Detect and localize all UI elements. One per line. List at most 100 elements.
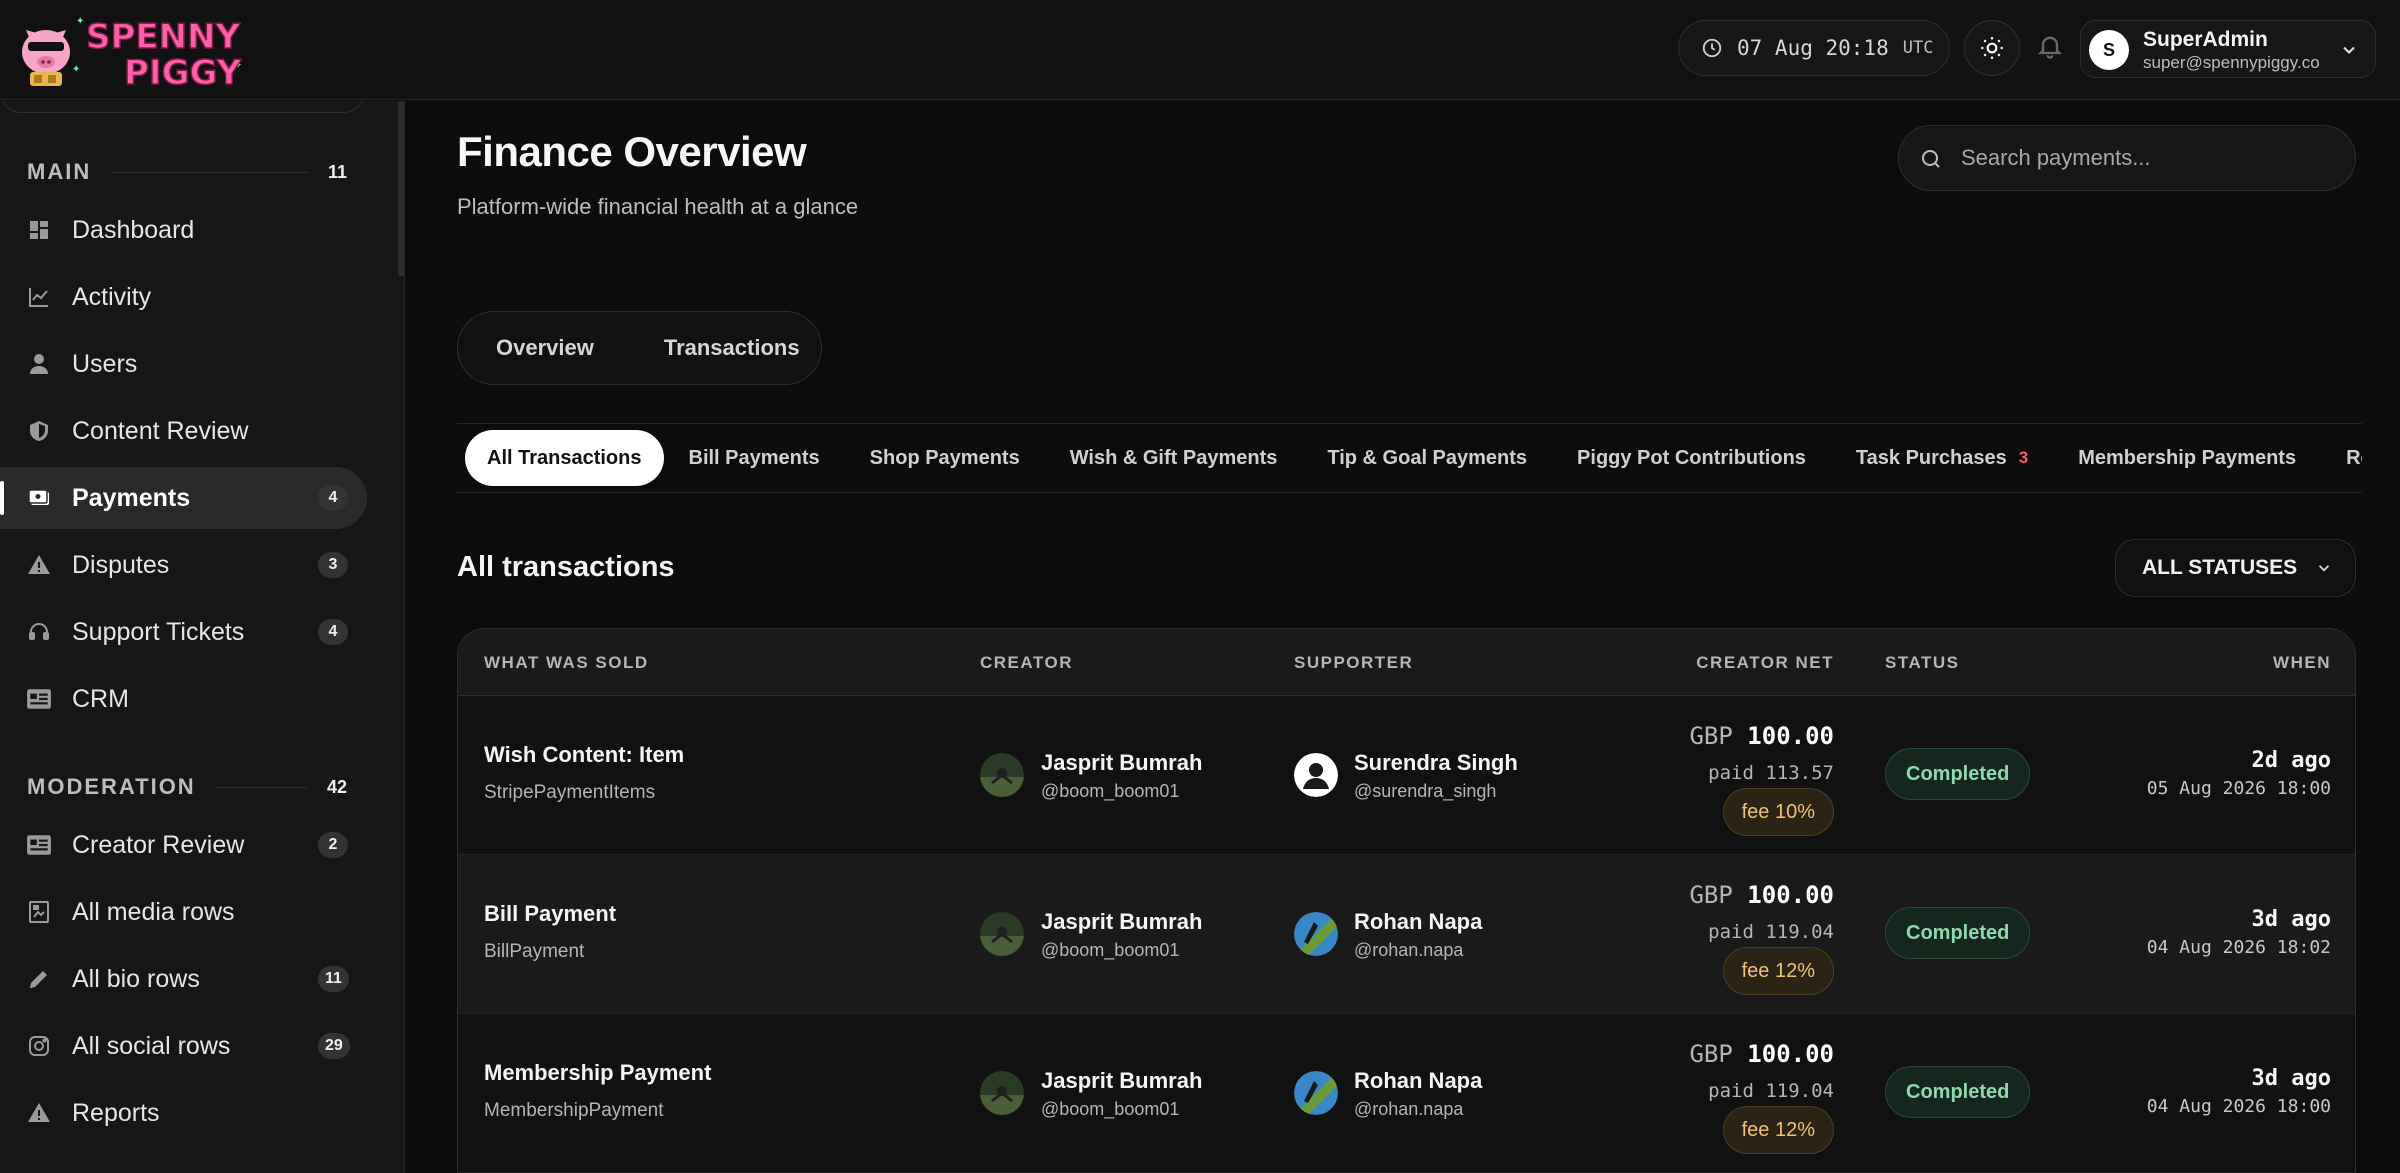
- sidebar-scrollbar[interactable]: [398, 101, 404, 276]
- sidebar-item-badge: 4: [318, 485, 348, 511]
- filter-tab-tip-goal-payments[interactable]: Tip & Goal Payments: [1302, 430, 1552, 486]
- paid-amount: paid 119.04: [1708, 921, 1834, 943]
- column-header-creator-net[interactable]: CREATOR NET: [1696, 653, 1834, 673]
- status-badge: Completed: [1885, 1066, 2031, 1118]
- supporter-name[interactable]: Surendra Singh: [1354, 750, 1518, 776]
- transaction-type-filter-bar: All Transactions Bill Payments Shop Paym…: [457, 423, 2362, 493]
- sidebar-item-support-tickets[interactable]: Support Tickets 4: [0, 601, 367, 663]
- sidebar-item-badge: 11: [318, 966, 349, 992]
- sidebar-item-disputes[interactable]: Disputes 3: [0, 534, 367, 596]
- sidebar-item-all-media-rows[interactable]: All media rows: [0, 881, 367, 943]
- table-row[interactable]: Bill Payment BillPayment Jasprit Bumrah …: [458, 855, 2355, 1014]
- column-header-supporter[interactable]: SUPPORTER: [1294, 653, 1413, 673]
- pencil-icon: [25, 965, 53, 993]
- sidebar-item-all-bio-rows[interactable]: All bio rows 11: [0, 948, 367, 1010]
- sidebar-item-badge: 29: [318, 1033, 350, 1059]
- supporter-handle: @surendra_singh: [1354, 781, 1497, 801]
- table-row[interactable]: Wish Content: Item StripePaymentItems Ja…: [458, 696, 2355, 855]
- sidebar-item-dashboard[interactable]: Dashboard: [0, 199, 367, 261]
- filter-tab-all-transactions[interactable]: All Transactions: [465, 430, 664, 486]
- net-value: 100.00: [1747, 1040, 1834, 1068]
- creator-name[interactable]: Jasprit Bumrah: [1041, 750, 1202, 776]
- sidebar-item-crm[interactable]: CRM: [0, 668, 367, 730]
- column-header-when[interactable]: WHEN: [2273, 653, 2331, 673]
- filter-tab-label: Piggy Pot Contributions: [1577, 446, 1806, 469]
- section-count: 42: [326, 776, 347, 797]
- sidebar-item-label: Reports: [72, 1098, 160, 1127]
- theme-toggle-button[interactable]: [1964, 20, 2020, 76]
- id-card-icon: [25, 831, 53, 859]
- sidebar-item-users[interactable]: Users: [0, 333, 367, 395]
- section-title: MAIN: [27, 159, 92, 184]
- creator-handle: @boom_boom01: [1041, 940, 1180, 960]
- sidebar-section-main: MAIN 11: [27, 157, 347, 187]
- creator-name[interactable]: Jasprit Bumrah: [1041, 1068, 1202, 1094]
- user-menu[interactable]: S SuperAdmin super@spennypiggy.co: [2080, 20, 2376, 78]
- creator-name[interactable]: Jasprit Bumrah: [1041, 909, 1202, 935]
- creator-avatar: [980, 1071, 1024, 1115]
- filter-tab-task-purchases[interactable]: Task Purchases 3: [1831, 430, 2053, 486]
- paid-amount: paid 119.04: [1708, 1080, 1834, 1102]
- creator-handle: @boom_boom01: [1041, 781, 1180, 801]
- notifications-button[interactable]: [2032, 24, 2068, 68]
- creator-net-amount: GBP 100.00: [1689, 722, 1834, 750]
- sidebar-search-remnant: [0, 101, 365, 113]
- item-title: Wish Content: Item: [484, 742, 685, 767]
- clock-icon: [1702, 38, 1722, 58]
- filter-tab-label: Task Purchases: [1855, 446, 2007, 469]
- status-badge: Completed: [1885, 907, 2031, 959]
- sidebar-item-content-review[interactable]: Content Review: [0, 400, 367, 462]
- column-header-creator[interactable]: CREATOR: [980, 653, 1073, 673]
- chevron-down-icon: [2319, 565, 2330, 572]
- spenny-piggy-logo[interactable]: ✦ ✦ ✦ SPENNY PIGGY: [16, 10, 246, 94]
- sidebar-item-label: All social rows: [72, 1031, 231, 1060]
- media-icon: [25, 898, 53, 926]
- tab-transactions[interactable]: Transactions: [664, 335, 800, 361]
- sidebar-item-creator-review[interactable]: Creator Review 2: [0, 814, 367, 876]
- supporter-name[interactable]: Rohan Napa: [1354, 1068, 1482, 1094]
- supporter-avatar: [1294, 1071, 1338, 1115]
- supporter-name[interactable]: Rohan Napa: [1354, 909, 1482, 935]
- status-filter-value: ALL STATUSES: [2142, 556, 2298, 579]
- table-header: WHAT WAS SOLD CREATOR SUPPORTER CREATOR …: [458, 629, 2355, 696]
- filter-tab-piggy-pot-contributions[interactable]: Piggy Pot Contributions: [1552, 430, 1831, 486]
- sidebar-item-badge: 4: [318, 619, 348, 645]
- item-type: MembershipPayment: [484, 1100, 664, 1121]
- sidebar-item-activity[interactable]: Activity: [0, 266, 367, 328]
- column-header-what-was-sold[interactable]: WHAT WAS SOLD: [484, 653, 649, 673]
- tab-overview[interactable]: Overview: [496, 335, 594, 361]
- sidebar-item-all-social-rows[interactable]: All social rows 29: [0, 1015, 367, 1077]
- filter-tab-shop-payments[interactable]: Shop Payments: [845, 430, 1045, 486]
- search-box: [1898, 125, 2356, 191]
- search-icon: [1922, 150, 1940, 168]
- item-type: BillPayment: [484, 941, 585, 962]
- sidebar-item-payments[interactable]: Payments 4: [0, 467, 367, 529]
- section-title: All transactions: [457, 551, 675, 583]
- filter-tab-bill-payments[interactable]: Bill Payments: [664, 430, 845, 486]
- paid-amount: paid 113.57: [1708, 762, 1834, 784]
- sidebar-item-label: Dashboard: [72, 215, 195, 244]
- sidebar: MAIN 11 Dashboard Activity Users Content…: [0, 101, 405, 1173]
- status-badge: Completed: [1885, 748, 2031, 800]
- status-filter-dropdown[interactable]: ALL STATUSES: [2115, 539, 2356, 597]
- filter-tab-label: All Transactions: [487, 446, 642, 469]
- when-timestamp: 05 Aug 2026 18:00: [2146, 778, 2331, 799]
- when-timestamp: 04 Aug 2026 18:02: [2146, 937, 2331, 958]
- sidebar-item-label: All media rows: [72, 897, 235, 926]
- sidebar-item-label: All bio rows: [72, 964, 200, 993]
- column-header-status[interactable]: STATUS: [1885, 653, 1959, 673]
- utc-clock: 07 Aug 20:18 UTC: [1678, 20, 1950, 76]
- filter-tab-membership-payments[interactable]: Membership Payments: [2053, 430, 2321, 486]
- user-name: SuperAdmin: [2143, 28, 2268, 51]
- section-divider: [215, 786, 307, 788]
- chart-line-icon: [25, 283, 53, 311]
- warning-icon: [25, 1099, 53, 1127]
- creator-net-amount: GBP 100.00: [1689, 1040, 1834, 1068]
- sidebar-item-reports[interactable]: Reports: [0, 1082, 367, 1144]
- table-row[interactable]: Membership Payment MembershipPayment Jas…: [458, 1014, 2355, 1173]
- page-subtitle: Platform-wide financial health at a glan…: [457, 194, 859, 219]
- filter-tab-referral[interactable]: Referral: [2321, 430, 2362, 486]
- search-input[interactable]: [1961, 126, 2341, 190]
- avatar: S: [2089, 30, 2129, 70]
- filter-tab-wish-gift-payments[interactable]: Wish & Gift Payments: [1045, 430, 1303, 486]
